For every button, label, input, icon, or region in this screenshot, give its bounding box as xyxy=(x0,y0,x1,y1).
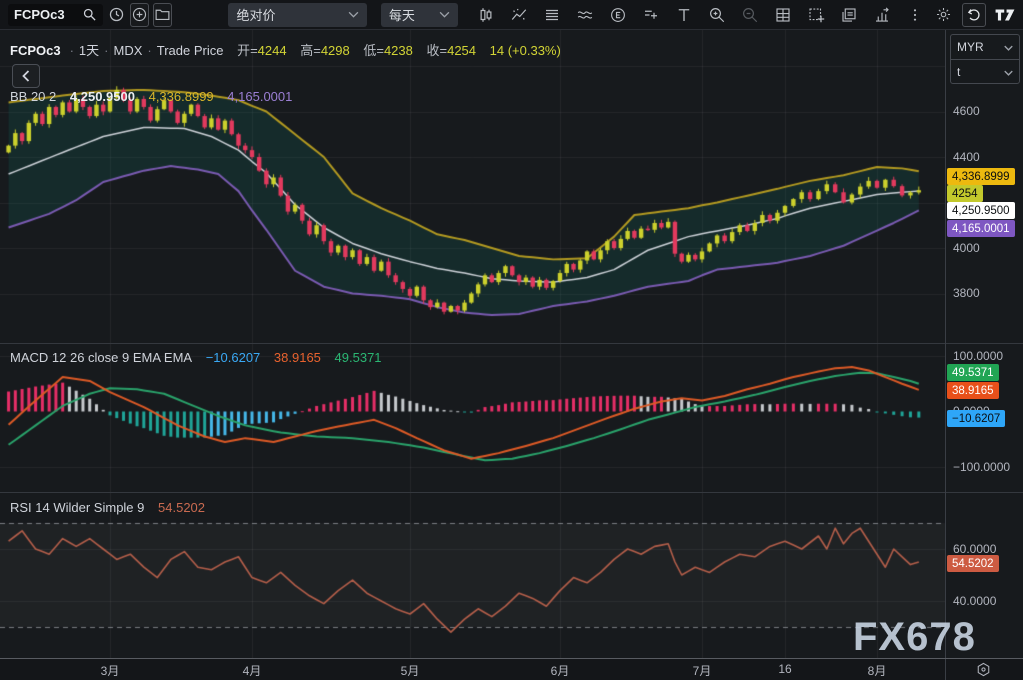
unit-value: t xyxy=(957,65,960,79)
time-tick: 6月 xyxy=(551,662,570,679)
pane-separator-macd[interactable] xyxy=(0,343,1023,344)
macd-tick: −100.0000 xyxy=(953,460,1010,474)
folder-button[interactable] xyxy=(153,3,172,27)
axis-settings-icon[interactable] xyxy=(976,662,991,680)
history-clock-button[interactable] xyxy=(107,3,126,27)
price-tick: 4600 xyxy=(953,104,980,118)
bb-upper-value: 4,336.8999 xyxy=(149,89,214,104)
rsi-legend[interactable]: RSI 14 Wilder Simple 9 54.5202 xyxy=(10,500,205,515)
undo-button[interactable] xyxy=(962,3,986,27)
chart-canvas[interactable] xyxy=(0,30,945,658)
currency-unit-selector: MYR t xyxy=(950,34,1020,84)
indicators-button[interactable] xyxy=(507,3,531,27)
low-value: 4238 xyxy=(384,43,413,58)
price-tick: 3800 xyxy=(953,286,980,300)
currency-value: MYR xyxy=(957,40,984,54)
bb-title: BB 20 2 xyxy=(10,89,56,104)
low-label: 低= xyxy=(363,43,384,58)
price-mode-value: 绝对价 xyxy=(236,5,275,24)
macd-tick: 100.0000 xyxy=(953,349,1003,363)
symbol-search-value: FCPOc3 xyxy=(14,7,65,22)
close-label: 收= xyxy=(427,43,448,58)
rsi-tick: 60.0000 xyxy=(953,542,996,556)
currency-select[interactable]: MYR xyxy=(951,35,1019,59)
macd-line-badge: 38.9165 xyxy=(947,382,999,399)
macd-hist-badge: −10.6207 xyxy=(947,410,1005,427)
macd-line-value: 38.9165 xyxy=(274,350,321,365)
bb-basis-value: 4,250.9500 xyxy=(70,89,135,104)
open-value: 4244 xyxy=(258,43,287,58)
rsi-tick: 40.0000 xyxy=(953,594,996,608)
interval-select[interactable]: 每天 xyxy=(381,3,458,27)
time-tick: 8月 xyxy=(868,662,887,679)
chevron-down-icon xyxy=(348,11,359,18)
unit-select[interactable]: t xyxy=(951,59,1019,83)
high-label: 高= xyxy=(300,43,321,58)
macd-title: MACD 12 26 close 9 EMA EMA xyxy=(10,350,192,365)
bb-upper-price-badge: 4,336.8999 xyxy=(947,168,1015,185)
text-tool-button[interactable] xyxy=(672,3,696,27)
time-tick: 4月 xyxy=(243,662,262,679)
tradingview-logo[interactable] xyxy=(993,3,1017,27)
zoom-out-button[interactable] xyxy=(738,3,762,27)
last-price-badge: 4254 xyxy=(947,185,983,202)
macd-hist-value: −10.6207 xyxy=(206,350,261,365)
time-tick: 7月 xyxy=(693,662,712,679)
more-options-button[interactable] xyxy=(903,3,927,27)
time-axis[interactable]: 3月 4月 5月 6月 7月 16 8月 xyxy=(0,658,1023,680)
alert-button[interactable] xyxy=(639,3,663,27)
price-tick: 4400 xyxy=(953,150,980,164)
rsi-title: RSI 14 Wilder Simple 9 xyxy=(10,500,144,515)
change-value: 14 (+0.33%) xyxy=(490,43,561,58)
add-symbol-button[interactable] xyxy=(130,3,149,27)
macd-signal-value: 49.5371 xyxy=(335,350,382,365)
axis-corner-divider xyxy=(945,659,946,680)
rsi-value: 54.5202 xyxy=(158,500,205,515)
bb-lower-price-badge: 4,165.0001 xyxy=(947,220,1015,237)
header-exchange: MDX xyxy=(114,43,143,58)
macd-signal-badge: 49.5371 xyxy=(947,364,999,381)
high-value: 4298 xyxy=(321,43,350,58)
symbol-search-box[interactable]: FCPOc3 xyxy=(8,4,103,26)
time-tick: 16 xyxy=(778,662,791,676)
chevron-down-icon xyxy=(1004,40,1013,54)
price-axis[interactable]: MYR t 4600 4400 4000 3800 4,336.8999 425… xyxy=(945,30,1023,658)
header-interval[interactable]: 1天 xyxy=(79,43,99,58)
settings-gear-button[interactable] xyxy=(931,3,955,27)
bb-legend[interactable]: BB 20 2 4,250.9500 4,336.8999 4,165.0001 xyxy=(10,89,292,104)
open-label: 开= xyxy=(237,43,258,58)
header-series: Trade Price xyxy=(157,43,224,58)
rsi-badge: 54.5202 xyxy=(947,555,999,572)
interval-value: 每天 xyxy=(389,5,415,24)
bb-lower-value: 4,165.0001 xyxy=(227,89,292,104)
screenshot-button[interactable] xyxy=(804,3,828,27)
bb-basis-price-badge: 4,250.9500 xyxy=(947,202,1015,219)
chevron-down-icon xyxy=(1004,65,1013,79)
chart-header: FCPOc3·1天·MDX·Trade Price 开=4244 高=4298 … xyxy=(10,40,561,59)
templates-button[interactable] xyxy=(540,3,564,27)
grid-layout-button[interactable] xyxy=(771,3,795,27)
fx678-watermark: FX678 xyxy=(853,615,976,660)
price-tick: 4000 xyxy=(953,241,980,255)
events-button[interactable] xyxy=(606,3,630,27)
time-tick: 5月 xyxy=(401,662,420,679)
zoom-in-button[interactable] xyxy=(705,3,729,27)
time-tick: 3月 xyxy=(101,662,120,679)
macd-legend[interactable]: MACD 12 26 close 9 EMA EMA −10.6207 38.9… xyxy=(10,350,382,365)
collapse-toolbar-button[interactable] xyxy=(12,64,40,88)
chevron-down-icon xyxy=(439,11,450,18)
bar-style-button[interactable] xyxy=(474,3,498,27)
copy-button[interactable] xyxy=(837,3,861,27)
price-mode-select[interactable]: 绝对价 xyxy=(228,3,366,27)
volume-profile-button[interactable] xyxy=(870,3,894,27)
chart-area: FCPOc3·1天·MDX·Trade Price 开=4244 高=4298 … xyxy=(0,30,1023,658)
top-toolbar: FCPOc3 绝对价 每天 xyxy=(0,0,1023,30)
patterns-button[interactable] xyxy=(573,3,597,27)
search-icon xyxy=(82,7,97,22)
pane-separator-rsi[interactable] xyxy=(0,492,1023,493)
header-symbol[interactable]: FCPOc3 xyxy=(10,43,61,58)
close-value: 4254 xyxy=(447,43,476,58)
